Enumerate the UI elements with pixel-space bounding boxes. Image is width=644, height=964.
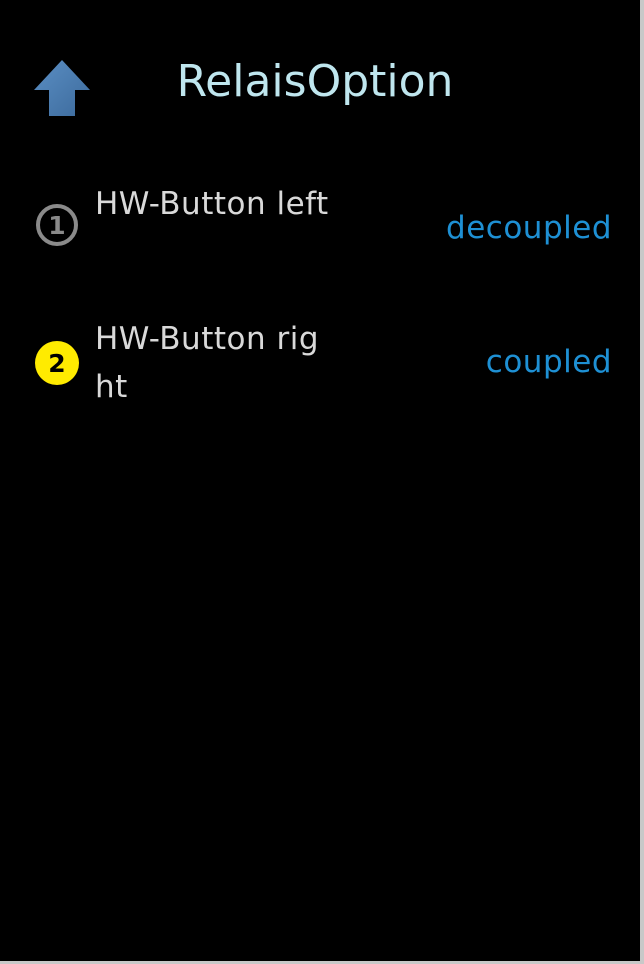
- option-index: 2: [48, 349, 65, 378]
- circled-digit-two-icon: 2: [35, 341, 79, 385]
- arrow-up-icon: [34, 60, 90, 116]
- header: RelaisOption: [0, 0, 640, 160]
- back-button[interactable]: [30, 56, 94, 120]
- screen: RelaisOption 1 HW-Button left decoupled …: [0, 0, 644, 964]
- option-row-hw-button-right[interactable]: 2 HW-Button right coupled: [0, 310, 640, 420]
- circled-digit-one-icon: 1: [36, 204, 78, 246]
- page-title: RelaisOption: [176, 56, 454, 107]
- option-label: HW-Button left: [95, 186, 329, 222]
- option-value[interactable]: decoupled: [446, 204, 612, 252]
- option-row-hw-button-left[interactable]: 1 HW-Button left decoupled: [0, 175, 640, 285]
- option-index: 1: [48, 211, 65, 240]
- option-label: HW-Button right: [95, 321, 320, 405]
- option-value[interactable]: coupled: [486, 338, 612, 386]
